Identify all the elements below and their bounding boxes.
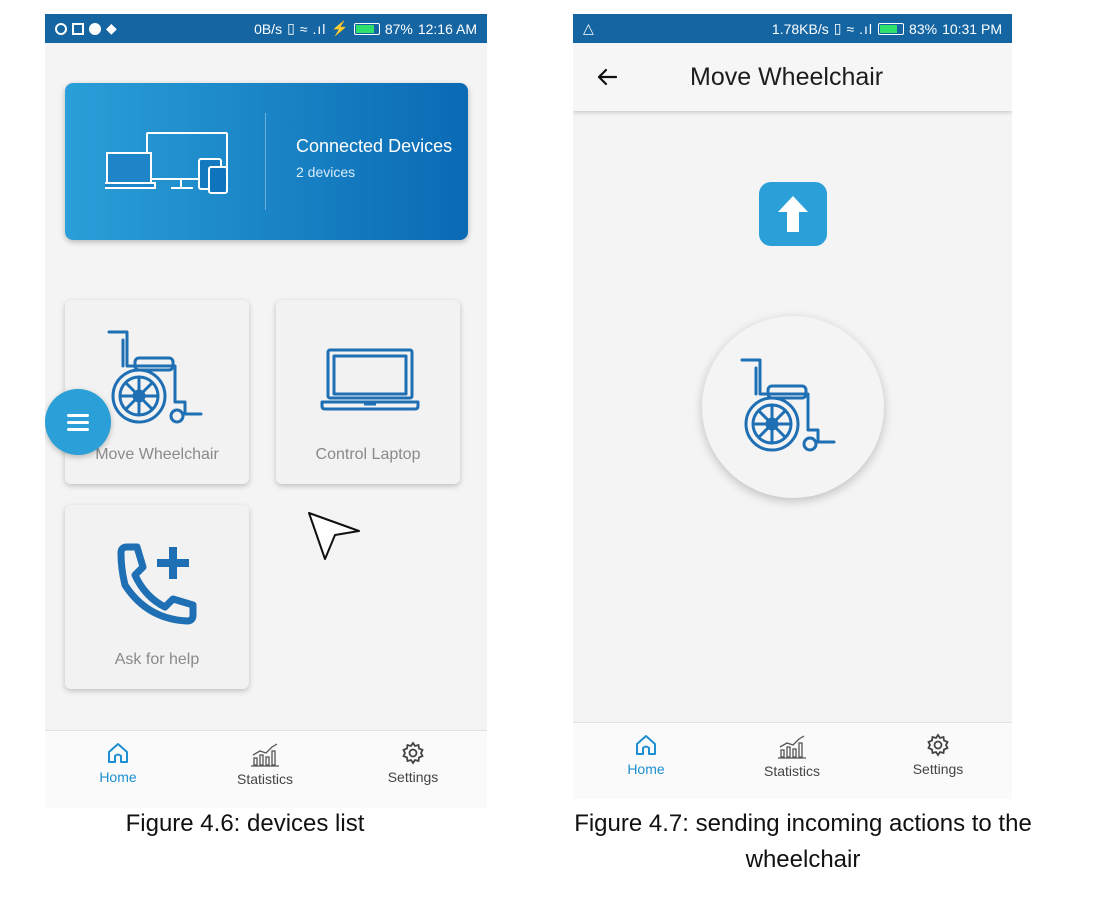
record-icon: [89, 22, 101, 35]
wifi-icon: ≈: [299, 20, 308, 37]
connected-devices-card[interactable]: Connected Devices 2 devices: [65, 83, 468, 240]
nav-settings[interactable]: Settings: [888, 733, 988, 777]
control-laptop-tile[interactable]: Control Laptop: [276, 300, 460, 484]
nav-home-label: Home: [99, 769, 137, 785]
statistics-icon: [251, 743, 279, 767]
nav-home[interactable]: Home: [68, 741, 168, 785]
clock: 12:16 AM: [417, 20, 477, 37]
nav-statistics-label: Statistics: [763, 763, 820, 779]
nav-home[interactable]: Home: [596, 733, 696, 777]
battery-percent: 87%: [384, 20, 413, 37]
bottom-navigation: Home Statistics Settings: [573, 722, 1012, 799]
phone-add-icon: [117, 543, 197, 625]
vibrate-icon: ▯: [287, 20, 295, 36]
connected-devices-count: 2 devices: [296, 164, 356, 180]
figure-caption-4-6: Figure 4.6: devices list: [125, 810, 365, 837]
charging-icon: ⚡: [331, 20, 349, 36]
status-bar: △ 1.78KB/s ▯ ≈ .ıl 83% 10:31 PM: [573, 14, 1012, 43]
network-speed: 0B/s: [254, 20, 283, 37]
move-wheelchair-screen: △ 1.78KB/s ▯ ≈ .ıl 83% 10:31 PM Move Whe…: [573, 14, 1012, 799]
wheelchair-status-circle[interactable]: [702, 316, 884, 498]
battery-percent: 83%: [909, 20, 938, 37]
settings-icon: [927, 733, 949, 757]
wifi-icon: ≈: [846, 20, 855, 37]
settings-icon: [402, 741, 424, 765]
laptop-icon: [320, 348, 420, 411]
move-forward-button[interactable]: [759, 182, 827, 246]
wheelchair-icon: [107, 330, 203, 424]
control-laptop-label: Control Laptop: [315, 446, 421, 463]
battery-icon: [878, 22, 905, 35]
bottom-navigation: Home Statistics Settings: [45, 730, 487, 808]
nav-settings-label: Settings: [912, 761, 964, 777]
card-divider: [265, 113, 266, 210]
nav-settings-label: Settings: [387, 769, 439, 785]
nav-statistics-label: Statistics: [236, 771, 293, 787]
signal-icon: .ıl: [859, 20, 874, 37]
connected-devices-title: Connected Devices: [296, 136, 453, 156]
clock: 10:31 PM: [942, 20, 1002, 37]
figure-caption-4-7: Figure 4.7: sending incoming actions to …: [574, 810, 1032, 873]
nav-statistics[interactable]: Statistics: [742, 733, 842, 779]
arrow-left-icon[interactable]: [595, 65, 619, 89]
chat-icon: [55, 22, 67, 35]
menu-fab-button[interactable]: [45, 389, 111, 455]
cursor-pointer-icon: [308, 512, 360, 560]
drive-icon: △: [583, 20, 594, 36]
devices-list-screen: ◆ 0B/s ▯ ≈ .ıl ⚡ 87% 12:16 AM Connected …: [45, 14, 487, 808]
arrow-up-icon: [778, 196, 808, 232]
page-title: Move Wheelchair: [690, 63, 884, 91]
gallery-icon: [72, 22, 84, 35]
devices-icon: [105, 132, 228, 194]
status-bar: ◆ 0B/s ▯ ≈ .ıl ⚡ 87% 12:16 AM: [45, 14, 487, 43]
home-icon: [108, 743, 128, 763]
network-speed: 1.78KB/s: [771, 20, 829, 37]
statistics-icon: [778, 735, 806, 759]
nav-settings[interactable]: Settings: [363, 741, 463, 785]
nav-statistics[interactable]: Statistics: [215, 741, 315, 787]
battery-icon: [353, 22, 380, 35]
home-icon: [636, 735, 656, 755]
wheelchair-icon: [740, 358, 836, 452]
nav-home-label: Home: [627, 761, 665, 777]
app-bar: Move Wheelchair: [573, 43, 1012, 111]
ask-for-help-tile[interactable]: Ask for help: [65, 505, 249, 689]
vibrate-icon: ▯: [833, 20, 842, 36]
signal-icon: .ıl: [312, 20, 327, 37]
ask-for-help-label: Ask for help: [114, 651, 200, 668]
diamond-icon: ◆: [106, 20, 117, 36]
